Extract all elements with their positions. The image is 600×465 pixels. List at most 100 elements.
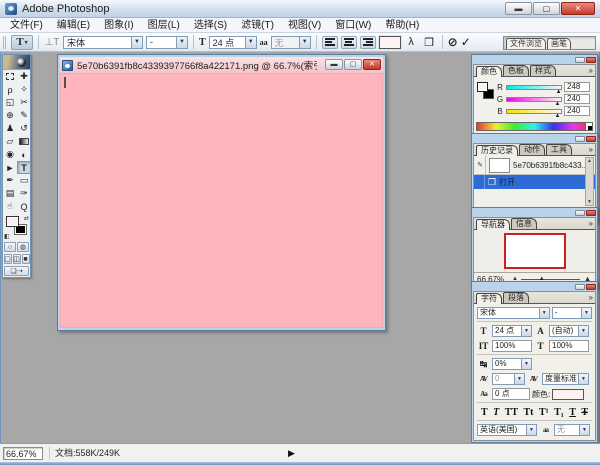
cancel-edits-button[interactable]: ⊘ — [448, 35, 458, 49]
document-titlebar[interactable]: 5e70b6391fb8c4339397766f8a422171.png @ 6… — [60, 57, 383, 73]
app-titlebar[interactable]: Adobe Photoshop ▬ ▢ ✕ — [0, 0, 600, 18]
lasso-tool-icon[interactable]: ρ — [3, 83, 17, 96]
chevron-down-icon[interactable]: ▼ — [521, 359, 531, 369]
green-slider[interactable]: ▲ — [506, 97, 562, 102]
navigator-proxy-view[interactable] — [504, 233, 566, 269]
panel-menu-icon[interactable]: » — [589, 293, 593, 302]
character-panel-titlebar[interactable] — [473, 283, 596, 291]
font-size-select[interactable]: 24 点 ▼ — [209, 36, 257, 49]
panel-foreground-swatch[interactable] — [477, 82, 488, 92]
menu-filter[interactable]: 滤镜(T) — [234, 18, 281, 33]
options-grip[interactable] — [3, 36, 6, 49]
default-colors-icon[interactable]: ◧ — [4, 233, 10, 240]
blue-value-field[interactable]: 240 — [564, 106, 590, 116]
brush-tool-icon[interactable]: ✎ — [17, 109, 31, 122]
menu-window[interactable]: 窗口(W) — [328, 18, 378, 33]
chevron-down-icon[interactable]: ▼ — [299, 37, 310, 48]
character-panel-window[interactable]: 字符 段落 » 宋体 ▼ - ▼ T 24 点 ▼ — [471, 281, 598, 443]
chevron-down-icon[interactable]: ▼ — [578, 374, 588, 384]
zoom-tool-icon[interactable]: Q — [17, 200, 31, 213]
chevron-down-icon[interactable]: ▼ — [526, 425, 536, 435]
crop-tool-icon[interactable]: ◱ — [3, 96, 17, 109]
panel-menu-icon[interactable]: » — [589, 66, 593, 75]
menu-view[interactable]: 视图(V) — [281, 18, 328, 33]
red-slider[interactable]: ▲ — [506, 85, 562, 90]
horizontal-scale-field[interactable]: 100% — [549, 340, 589, 352]
document-window[interactable]: 5e70b6391fb8c4339397766f8a422171.png @ 6… — [57, 54, 386, 331]
red-value-field[interactable]: 248 — [564, 82, 590, 92]
tab-tool-presets[interactable]: 工具 — [546, 144, 572, 155]
standard-screen-button[interactable]: ▢ — [4, 254, 12, 264]
open-state-label[interactable]: 打开 — [499, 177, 595, 188]
menu-select[interactable]: 选择(S) — [187, 18, 234, 33]
char-font-family-select[interactable]: 宋体 ▼ — [477, 307, 550, 319]
tab-character[interactable]: 字符 — [476, 293, 502, 304]
font-family-select[interactable]: 宋体 ▼ — [63, 36, 143, 49]
fullscreen-menubar-button[interactable]: ◫ — [13, 254, 21, 264]
chevron-down-icon[interactable]: ▼ — [521, 326, 531, 336]
tab-navigator[interactable]: 导航器 — [476, 219, 510, 230]
panel-minimize-icon[interactable] — [575, 57, 585, 63]
color-spectrum-ramp[interactable] — [476, 122, 593, 131]
fullscreen-button[interactable]: ■ — [22, 254, 30, 264]
doc-close-button[interactable]: ✕ — [363, 59, 381, 70]
swap-colors-icon[interactable]: ⇄ — [24, 215, 29, 222]
blur-tool-icon[interactable]: ◉ — [3, 148, 17, 161]
chevron-down-icon[interactable]: ▼ — [514, 374, 524, 384]
chevron-down-icon[interactable]: ▼ — [539, 308, 549, 318]
scroll-up-icon[interactable]: ▲ — [587, 158, 592, 164]
commit-edits-button[interactable]: ✓ — [461, 35, 471, 49]
small-caps-button[interactable]: Tt — [523, 407, 533, 418]
menu-help[interactable]: 帮助(H) — [378, 18, 426, 33]
color-panel-window[interactable]: 颜色 色板 样式 » R ▲ 248 G ▲ 240 — [471, 54, 598, 136]
snapshot-thumbnail[interactable] — [489, 158, 510, 173]
eraser-tool-icon[interactable]: ▱ — [3, 135, 17, 148]
move-tool-icon[interactable]: ✚ — [17, 70, 31, 83]
font-style-select[interactable]: - ▼ — [146, 36, 188, 49]
history-panel-titlebar[interactable] — [473, 135, 596, 143]
panel-menu-icon[interactable]: » — [589, 145, 593, 154]
faux-bold-button[interactable]: T — [481, 407, 488, 418]
scroll-down-icon[interactable]: ▼ — [587, 199, 592, 205]
text-color-swatch[interactable] — [379, 36, 401, 49]
clone-stamp-tool-icon[interactable]: ♟ — [3, 122, 17, 135]
tab-actions[interactable]: 动作 — [519, 144, 545, 155]
history-scrollbar[interactable]: ▲ ▼ — [585, 157, 594, 206]
toggle-palettes-icon[interactable]: ❒ — [422, 36, 437, 49]
panel-minimize-icon[interactable] — [575, 284, 585, 290]
close-button[interactable]: ✕ — [561, 2, 595, 15]
zoom-slider[interactable]: ▲ — [521, 279, 580, 280]
hand-tool-icon[interactable]: ☝ — [3, 200, 17, 213]
faux-italic-button[interactable]: T — [493, 407, 499, 418]
black-swatch[interactable] — [588, 126, 592, 130]
snapshot-label[interactable]: 5e70b6391fb8c433... — [513, 161, 595, 170]
gradient-tool-icon[interactable] — [17, 135, 31, 148]
doc-minimize-button[interactable]: ▬ — [325, 59, 343, 70]
minimize-button[interactable]: ▬ — [505, 2, 532, 15]
green-value-field[interactable]: 240 — [564, 94, 590, 104]
eyedropper-tool-icon[interactable]: ✑ — [17, 187, 31, 200]
history-state-row-open[interactable]: ❐ 打开 — [474, 175, 595, 189]
tab-brushes[interactable]: 画笔 — [547, 38, 571, 49]
align-right-button[interactable] — [360, 36, 376, 49]
anti-alias-select[interactable]: 无 ▼ — [271, 36, 311, 49]
vertical-scale-field[interactable]: 100% — [492, 340, 532, 352]
dodge-tool-icon[interactable]: ◐ — [17, 148, 31, 161]
align-center-button[interactable] — [341, 36, 357, 49]
pen-tool-icon[interactable]: ✒ — [3, 174, 17, 187]
subscript-button[interactable]: T₁ — [554, 407, 564, 418]
healing-brush-tool-icon[interactable]: ⊕ — [3, 109, 17, 122]
proportional-spacing-select[interactable]: 0% ▼ — [492, 358, 532, 370]
chevron-down-icon[interactable]: ▼ — [176, 37, 187, 48]
panel-menu-icon[interactable]: » — [589, 219, 593, 228]
menu-edit[interactable]: 编辑(E) — [50, 18, 97, 33]
history-snapshot-row[interactable]: ✎ 5e70b6391fb8c433... — [474, 156, 595, 175]
panel-minimize-icon[interactable] — [575, 210, 585, 216]
chevron-down-icon[interactable]: ▼ — [579, 425, 589, 435]
tab-paragraph[interactable]: 段落 — [503, 292, 529, 303]
panel-close-icon[interactable] — [586, 136, 596, 142]
char-font-style-select[interactable]: - ▼ — [552, 307, 592, 319]
chevron-down-icon[interactable]: ▼ — [581, 308, 591, 318]
language-select[interactable]: 英语(美国) ▼ — [477, 424, 537, 436]
photoshop-logo[interactable] — [3, 55, 30, 70]
